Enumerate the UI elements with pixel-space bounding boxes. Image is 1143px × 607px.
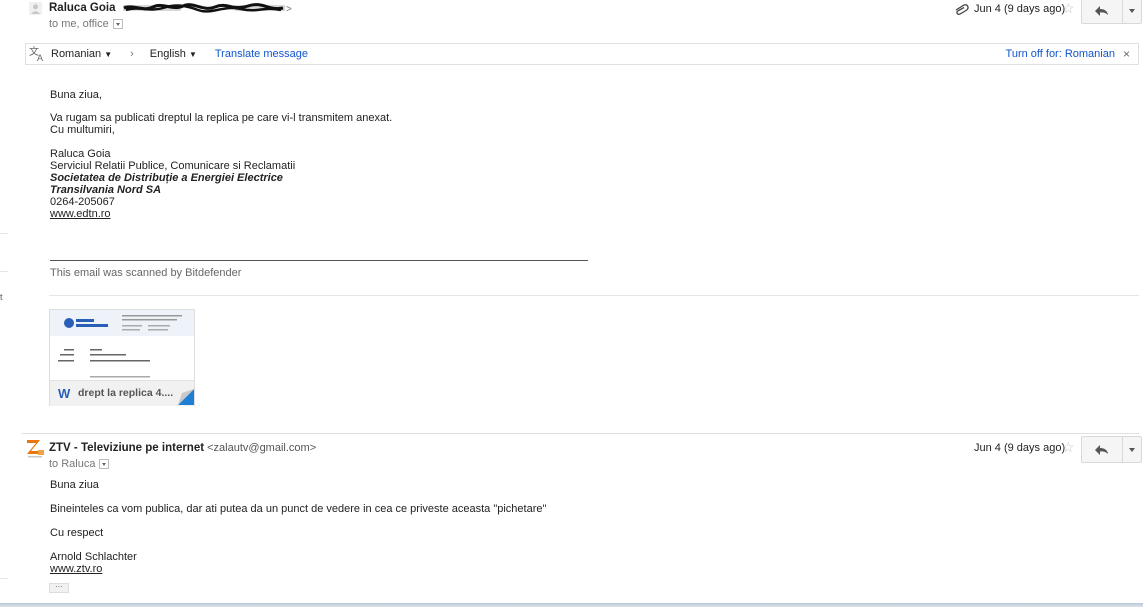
sender-name[interactable]: Raluca Goia [49,2,115,14]
sender-line: Raluca Goia > [49,2,293,15]
details-dropdown[interactable] [99,459,110,470]
attachment-card[interactable]: W drept la replica 4.... [49,309,195,406]
translate-bar: 文 A Romanian ▼ › English ▼ Translate mes… [25,43,1139,65]
recipients-text: to me, office [49,18,109,30]
divider [0,233,8,234]
ztv-avatar[interactable] [25,438,45,458]
divider [0,578,8,579]
reply-arrow-icon [1095,5,1108,16]
sender-email: <zalautv@gmail.com> [207,442,317,454]
caret-down-icon: ▼ [188,50,197,59]
close-icon[interactable]: × [1123,47,1130,61]
signature-name: Arnold Schlachter [50,551,137,563]
separator [50,260,588,261]
chevron-down-icon [1129,447,1135,452]
sender-name[interactable]: ZTV - Televiziune pe internet [49,442,204,454]
attachment-name: drept la replica 4.... [78,387,174,399]
chevron-down-icon [1129,8,1135,13]
show-trimmed-content-button[interactable]: ··· [49,583,69,593]
greeting: Buna ziua, [50,89,102,101]
signature-dept: Serviciul Relatii Publice, Comunicare si… [50,160,296,172]
reply-arrow-icon [1095,444,1108,455]
arrow-right-icon: › [130,48,134,60]
source-language-label: Romanian [51,48,102,60]
message-date: Jun 4 (9 days ago) [974,442,1066,454]
sender-line: ZTV - Televiziune pe internet <zalautv@g… [49,442,316,454]
target-language-label: English [149,48,186,60]
star-icon[interactable]: ☆ [1062,0,1075,17]
redacted-email-scribble: > [122,3,292,15]
attachment-preview [50,310,194,380]
caret-down-icon: ▼ [104,50,113,59]
reply-group [1081,0,1142,24]
recipients-text: to Raluca [49,458,96,470]
clipped-label: t [0,292,3,302]
reply-button[interactable] [1082,437,1122,462]
translate-icon: 文 A [29,45,47,63]
divider [49,295,1139,296]
word-doc-icon: W [58,386,71,401]
turn-off-translate-link[interactable]: Turn off for: Romanian [1006,48,1115,60]
svg-text:>: > [286,4,292,14]
closing: Cu respect [50,527,104,539]
reply-group [1081,436,1142,463]
message-date: Jun 4 (9 days ago) [974,3,1066,15]
translate-message-link[interactable]: Translate message [215,48,308,60]
reply-button[interactable] [1082,0,1122,23]
signature-company: Transilvania Nord SA [50,184,162,196]
signature-name: Raluca Goia [50,148,111,160]
signature-website-link[interactable]: www.edtn.ro [50,208,111,220]
window-bottom-edge [0,603,1143,607]
avatar[interactable] [29,2,42,15]
signature-company: Societatea de Distribuție a Energiei Ele… [50,172,283,184]
signature-phone: 0264-205067 [50,196,115,208]
divider [0,271,8,272]
more-options-button[interactable] [1122,0,1141,23]
source-language-dropdown[interactable]: Romanian ▼ [51,48,112,60]
page-curl-icon [178,389,194,405]
star-icon[interactable]: ☆ [1062,439,1075,456]
details-dropdown[interactable] [112,19,123,30]
body-line: Bineinteles ca vom publica, dar ati pute… [50,503,547,515]
left-panel-edge: t [0,0,10,607]
signature-website-link[interactable]: www.ztv.ro [50,563,102,575]
paperclip-icon [954,3,970,15]
body-line: Cu multumiri, [50,124,115,136]
greeting: Buna ziua [50,479,99,491]
target-language-dropdown[interactable]: English ▼ [150,48,197,60]
svg-text:A: A [37,53,43,62]
more-options-button[interactable] [1122,437,1141,462]
scan-notice: This email was scanned by Bitdefender [50,267,242,279]
message-divider [22,433,1139,434]
body-line: Va rugam sa publicati dreptul la replica… [50,112,393,124]
recipients-line: to me, office [49,18,123,30]
recipients-line: to Raluca [49,458,110,470]
